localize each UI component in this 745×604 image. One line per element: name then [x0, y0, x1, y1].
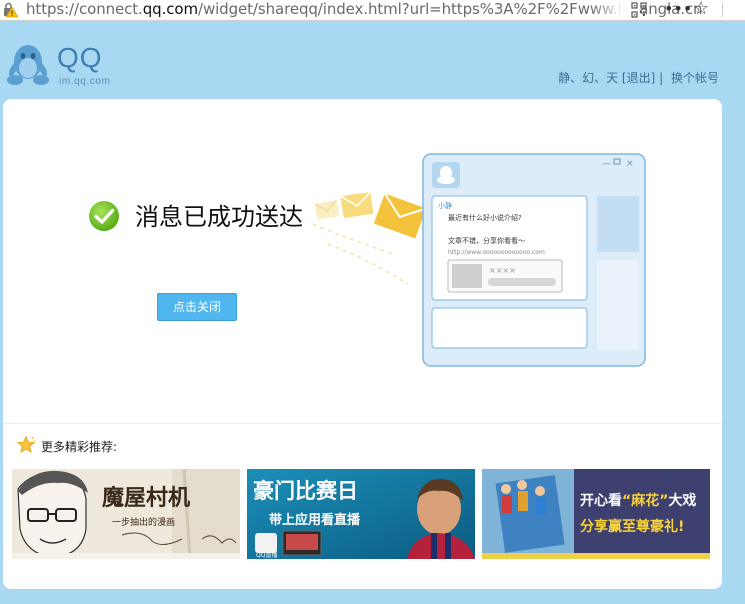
user-bar-separator: |: [659, 71, 664, 85]
banner-match-day[interactable]: 豪门比赛日 带上应用看直播 QQ直播: [247, 469, 475, 559]
logout-link[interactable]: [退出]: [622, 71, 655, 85]
username: 静、幻、天: [558, 71, 619, 85]
qq-logo-text: QQ: [57, 42, 103, 73]
banner-match-badge: QQ直播: [256, 551, 277, 559]
qq-domain-text: im.qq.com: [59, 76, 111, 87]
toolbar-separator: [722, 3, 723, 17]
banner-comic-subtitle: 一步抽出的漫画: [112, 516, 175, 528]
envelope-icon-medium: [340, 191, 374, 218]
switch-account-link[interactable]: 换个帐号: [671, 71, 719, 85]
envelope-icon-small: [314, 199, 340, 220]
banner-mahua-subtitle: 分享赢至尊豪礼!: [580, 518, 684, 535]
section-divider: [3, 423, 722, 424]
share-placeholder: ××××: [489, 266, 516, 275]
svg-text:—: —: [602, 159, 611, 169]
qq-penguin-logo: [7, 45, 49, 85]
main-card: 消息已成功送达 点击关闭 — × 小静 最近有什么好小说介绍? 文章不错，分享你…: [3, 99, 722, 589]
banner-match-subtitle: 带上应用看直播: [269, 512, 361, 528]
banner-comic[interactable]: 魔屋村机 一步抽出的漫画: [12, 469, 240, 559]
star-outline-icon[interactable]: ☆: [693, 0, 709, 18]
banner-comic-title: 魔屋村机: [102, 485, 190, 511]
insecure-warning-icon[interactable]: [3, 2, 19, 18]
star-icon: [16, 435, 36, 454]
success-message: 消息已成功送达: [135, 203, 303, 231]
qr-code-icon[interactable]: [631, 2, 647, 18]
close-button[interactable]: 点击关闭: [157, 293, 237, 321]
user-bar: 静、幻、天 [退出] | 换个帐号: [558, 70, 719, 86]
recommend-label: 更多精彩推荐:: [41, 440, 118, 454]
banner-mahua-title: 开心看“麻花”大戏: [580, 492, 696, 509]
message-line: 最近有什么好小说介绍?: [448, 213, 522, 222]
banner-match-title: 豪门比赛日: [253, 479, 358, 503]
check-circle-icon: [89, 201, 119, 231]
sent-message-illustration: — × 小静 最近有什么好小说介绍? 文章不错，分享你看看～ http://ww…: [312, 153, 646, 367]
banner-mahua[interactable]: 开心看“麻花”大戏 分享赢至尊豪礼!: [482, 469, 710, 559]
address-bar[interactable]: https://connect.qq.com/widget/shareqq/in…: [0, 0, 745, 21]
sender-name: 小静: [438, 201, 452, 210]
envelope-icon-large: [373, 192, 427, 239]
more-actions-button[interactable]: •••: [664, 0, 692, 18]
share-url: http://www.ooooooooooooo.com: [448, 249, 545, 256]
svg-text:×: ×: [626, 159, 634, 169]
share-title: 文章不错，分享你看看～: [448, 236, 525, 245]
